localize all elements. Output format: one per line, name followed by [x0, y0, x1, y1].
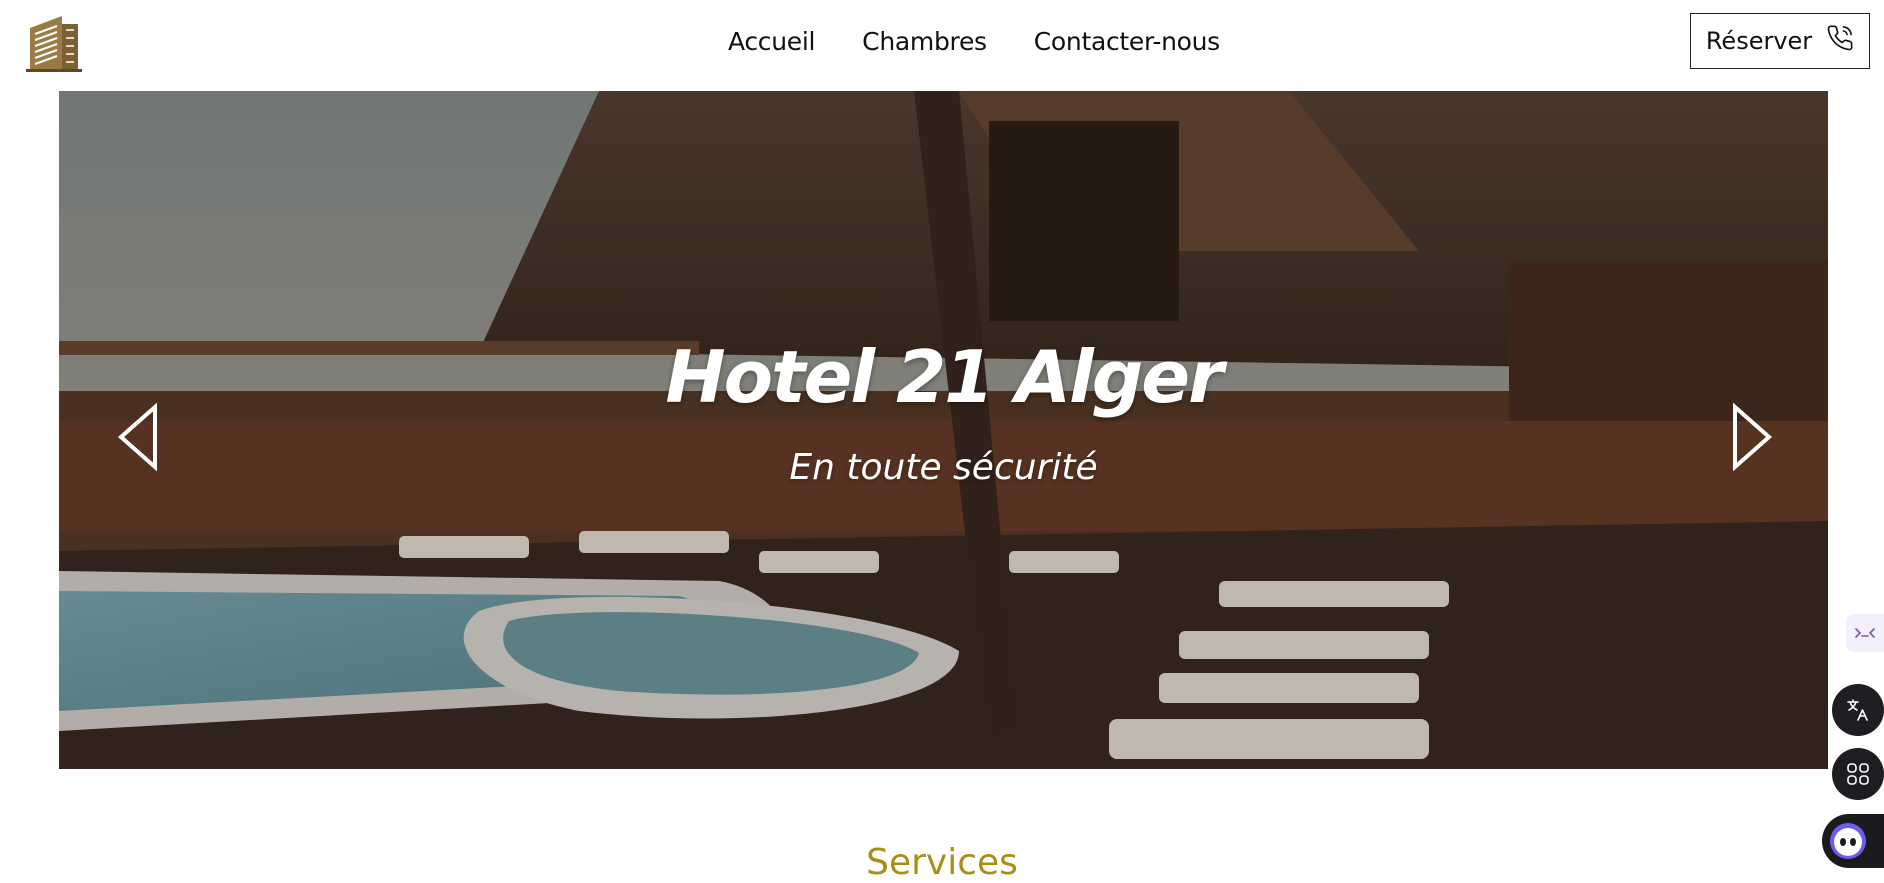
hero-background-image — [59, 91, 1828, 769]
services-heading: Services — [866, 842, 1018, 883]
hero-title: Hotel 21 Alger — [665, 335, 1223, 419]
hero-slider: Hotel 21 Alger En toute sécurité — [59, 91, 1828, 769]
nav-link-chambres[interactable]: Chambres — [862, 24, 987, 60]
reserve-button[interactable]: Réserver — [1690, 13, 1870, 69]
translate-icon[interactable] — [1832, 684, 1884, 736]
expand-arrows-icon[interactable] — [1846, 614, 1884, 652]
site-header: Accueil Chambres Contacter-nous Réserver — [0, 0, 1884, 90]
hero-subtitle: En toute sécurité — [789, 447, 1098, 488]
nav-link-contact[interactable]: Contacter-nous — [1034, 24, 1220, 60]
reserve-button-label: Réserver — [1705, 27, 1813, 55]
apps-grid-icon[interactable] — [1832, 748, 1884, 800]
hotel-building-logo[interactable] — [26, 12, 82, 72]
chevron-left-icon[interactable] — [111, 399, 167, 475]
phone-call-icon — [1826, 24, 1854, 58]
nav-link-accueil[interactable]: Accueil — [728, 24, 815, 60]
main-nav: Accueil Chambres Contacter-nous — [728, 24, 1220, 60]
assistant-avatar-icon[interactable] — [1822, 814, 1884, 868]
chevron-right-icon[interactable] — [1723, 399, 1779, 475]
